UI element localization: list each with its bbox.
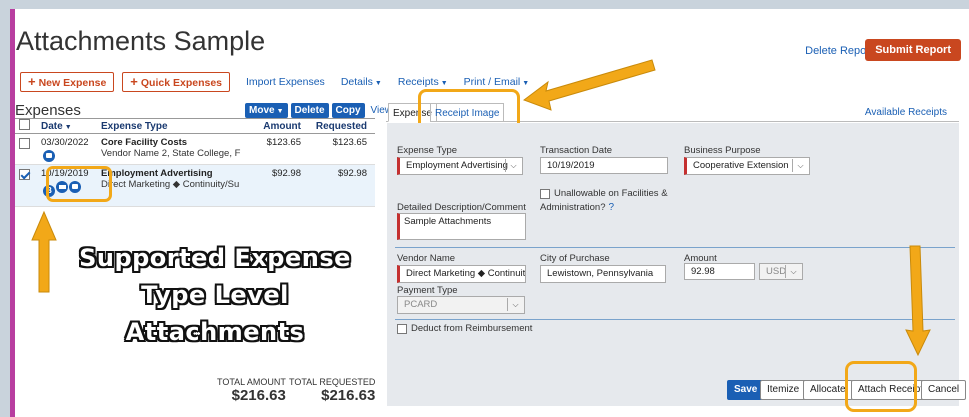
annotation-text: Supported Expense Type Level Attachments xyxy=(79,244,351,346)
arrow-to-attach-receipt xyxy=(905,245,931,357)
annotation-arrows xyxy=(31,59,931,357)
arrow-to-receipt-tab xyxy=(522,59,656,111)
